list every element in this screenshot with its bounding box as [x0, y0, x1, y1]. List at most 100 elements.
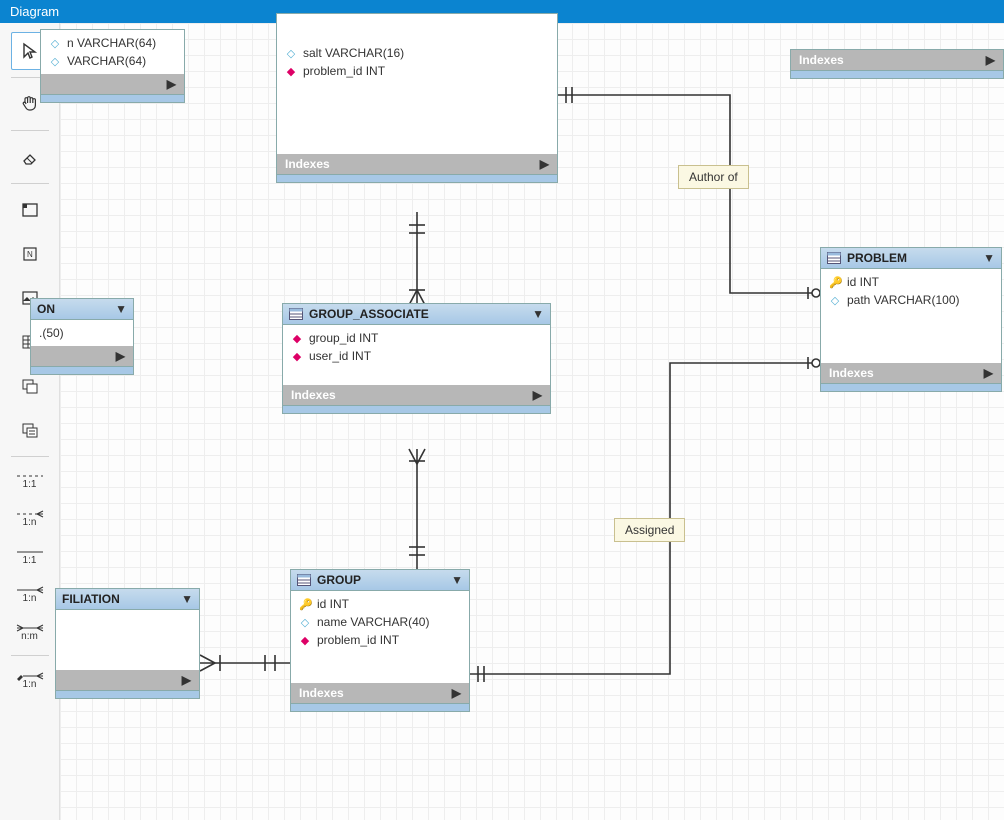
field-row: ◆ problem_id INT [277, 62, 557, 80]
entity-partial-topright[interactable]: Indexes ▶ [790, 49, 1004, 79]
tool-rel-1-n[interactable]: 1:n [11, 578, 49, 610]
entity-indexes-bar[interactable]: Indexes ▶ [291, 683, 469, 703]
entity-title: ON [37, 302, 55, 316]
indexes-label: Indexes [799, 53, 844, 67]
tool-rel-1-1-dash[interactable]: 1:1 [11, 464, 49, 496]
entity-group[interactable]: GROUP ▼ 🔑 id INT ◇ name VARCHAR(40) ◆ proble… [290, 569, 470, 712]
entity-partial-topleft[interactable]: ◇n VARCHAR(64) ◇ VARCHAR(64) ▶ [40, 29, 185, 103]
field-row: .(50) [31, 324, 133, 342]
field-text: problem_id INT [303, 64, 385, 78]
field-row: ◆ group_id INT [283, 329, 550, 347]
field-text: group_id INT [309, 331, 378, 345]
indexes-label: Indexes [299, 686, 344, 700]
tool-note[interactable]: N [11, 235, 49, 273]
svg-text:N: N [27, 250, 33, 259]
entity-group-associate[interactable]: GROUP_ASSOCIATE▼ ◆ group_id INT ◆ user_id … [282, 303, 551, 414]
rel-label-author-of[interactable]: Author of [678, 165, 749, 189]
indexes-label: Indexes [285, 157, 330, 171]
field-row: ◆ problem_id INT [291, 631, 469, 649]
entity-title: GROUP [317, 573, 361, 587]
diamond-open-icon: ◇ [299, 616, 311, 629]
rel-label-assigned[interactable]: Assigned [614, 518, 685, 542]
diamond-open-icon: ◇ [829, 294, 841, 307]
entity-header[interactable]: FILIATION ▼ [56, 589, 199, 610]
rel-label: 1:1 [23, 555, 37, 566]
tool-eraser[interactable] [11, 138, 49, 176]
field-text: id INT [847, 275, 879, 289]
chevron-right-icon: ▶ [984, 366, 993, 380]
chevron-right-icon: ▶ [182, 673, 191, 687]
tool-palette: N 1:1 1:n 1:1 1:n [0, 23, 60, 820]
entity-on[interactable]: ON ▼ .(50) ▶ [30, 298, 134, 375]
diamond-open-icon: ◇ [285, 47, 297, 60]
entity-indexes-bar[interactable]: ▶ [56, 670, 199, 690]
routine-icon [20, 421, 40, 439]
entity-partial-topcenter[interactable]: ◇salt VARCHAR(16) ◆ problem_id INT Indexe… [276, 13, 558, 183]
tool-routine[interactable] [11, 411, 49, 449]
field-row: 🔑 id INT [821, 273, 1001, 291]
field-text: .(50) [39, 326, 64, 340]
table-icon [297, 574, 311, 586]
tool-rel-n-m[interactable]: n:m [11, 616, 49, 648]
tool-rel-1-1[interactable]: 1:1 [11, 540, 49, 572]
entity-header[interactable]: GROUP ▼ [291, 570, 469, 591]
field-text: n VARCHAR(64) [67, 36, 156, 50]
entity-problem[interactable]: PROBLEM▼ 🔑 id INT ◇ path VARCHAR(100) Inde… [820, 247, 1002, 392]
tool-rel-pencil[interactable]: 1:n [11, 663, 49, 695]
field-row: ◇ name VARCHAR(40) [291, 613, 469, 631]
rel-label: 1:1 [23, 479, 37, 490]
eraser-icon [20, 147, 40, 167]
entity-title: FILIATION [62, 592, 120, 606]
key-icon: 🔑 [829, 276, 841, 289]
field-row: ◇n VARCHAR(64) [41, 34, 184, 52]
field-text: user_id INT [309, 349, 371, 363]
entity-header[interactable]: ON ▼ [31, 299, 133, 320]
field-text: path VARCHAR(100) [847, 293, 960, 307]
note-icon: N [22, 246, 38, 262]
chevron-down-icon: ▼ [451, 573, 463, 587]
field-row: ◆ user_id INT [283, 347, 550, 365]
entity-header[interactable]: PROBLEM▼ [821, 248, 1001, 269]
fk-icon: ◆ [291, 350, 303, 363]
field-row: ◇ VARCHAR(64) [41, 52, 184, 70]
key-icon: 🔑 [299, 598, 311, 611]
entity-title: GROUP_ASSOCIATE [309, 307, 429, 321]
field-row: ◇ path VARCHAR(100) [821, 291, 1001, 309]
tool-rel-1-n-dash[interactable]: 1:n [11, 502, 49, 534]
field-text: VARCHAR(64) [67, 54, 146, 68]
entity-indexes-bar[interactable]: ▶ [31, 346, 133, 366]
entity-header[interactable]: GROUP_ASSOCIATE▼ [283, 304, 550, 325]
chevron-down-icon: ▼ [983, 251, 995, 265]
tool-layer[interactable] [11, 191, 49, 229]
chevron-right-icon: ▶ [540, 157, 549, 171]
diamond-open-icon: ◇ [49, 55, 61, 68]
fk-icon: ◆ [291, 332, 303, 345]
chevron-right-icon: ▶ [986, 53, 995, 67]
entity-indexes-bar[interactable]: Indexes▶ [821, 363, 1001, 383]
entity-indexes-bar[interactable]: Indexes ▶ [277, 154, 557, 174]
rel-label: n:m [21, 631, 38, 642]
chevron-right-icon: ▶ [452, 686, 461, 700]
entity-indexes-bar[interactable]: Indexes▶ [283, 385, 550, 405]
chevron-right-icon: ▶ [167, 77, 176, 91]
fk-icon: ◆ [299, 634, 311, 647]
field-row: ◇salt VARCHAR(16) [277, 44, 557, 62]
chevron-down-icon: ▼ [181, 592, 193, 606]
table-icon [827, 252, 841, 264]
field-row: 🔑 id INT [291, 595, 469, 613]
chevron-right-icon: ▶ [533, 388, 542, 402]
rel-label: 1:n [23, 517, 37, 528]
field-text: id INT [317, 597, 349, 611]
field-text: problem_id INT [317, 633, 399, 647]
diagram-canvas[interactable]: Indexes▶ ◇n VARCHAR(64) ◇VARCHAR(64) ▶ O… [60, 23, 1004, 820]
chevron-right-icon: ▶ [116, 349, 125, 363]
rel-label: 1:n [23, 679, 37, 690]
entity-filiation[interactable]: FILIATION ▼ ▶ [55, 588, 200, 699]
chevron-down-icon: ▼ [115, 302, 127, 316]
entity-indexes-bar[interactable]: ▶ [41, 74, 184, 94]
view-icon [20, 377, 40, 395]
fk-icon: ◆ [285, 65, 297, 78]
field-text: name VARCHAR(40) [317, 615, 429, 629]
hand-icon [20, 94, 40, 114]
entity-indexes-bar[interactable]: Indexes ▶ [791, 50, 1003, 70]
